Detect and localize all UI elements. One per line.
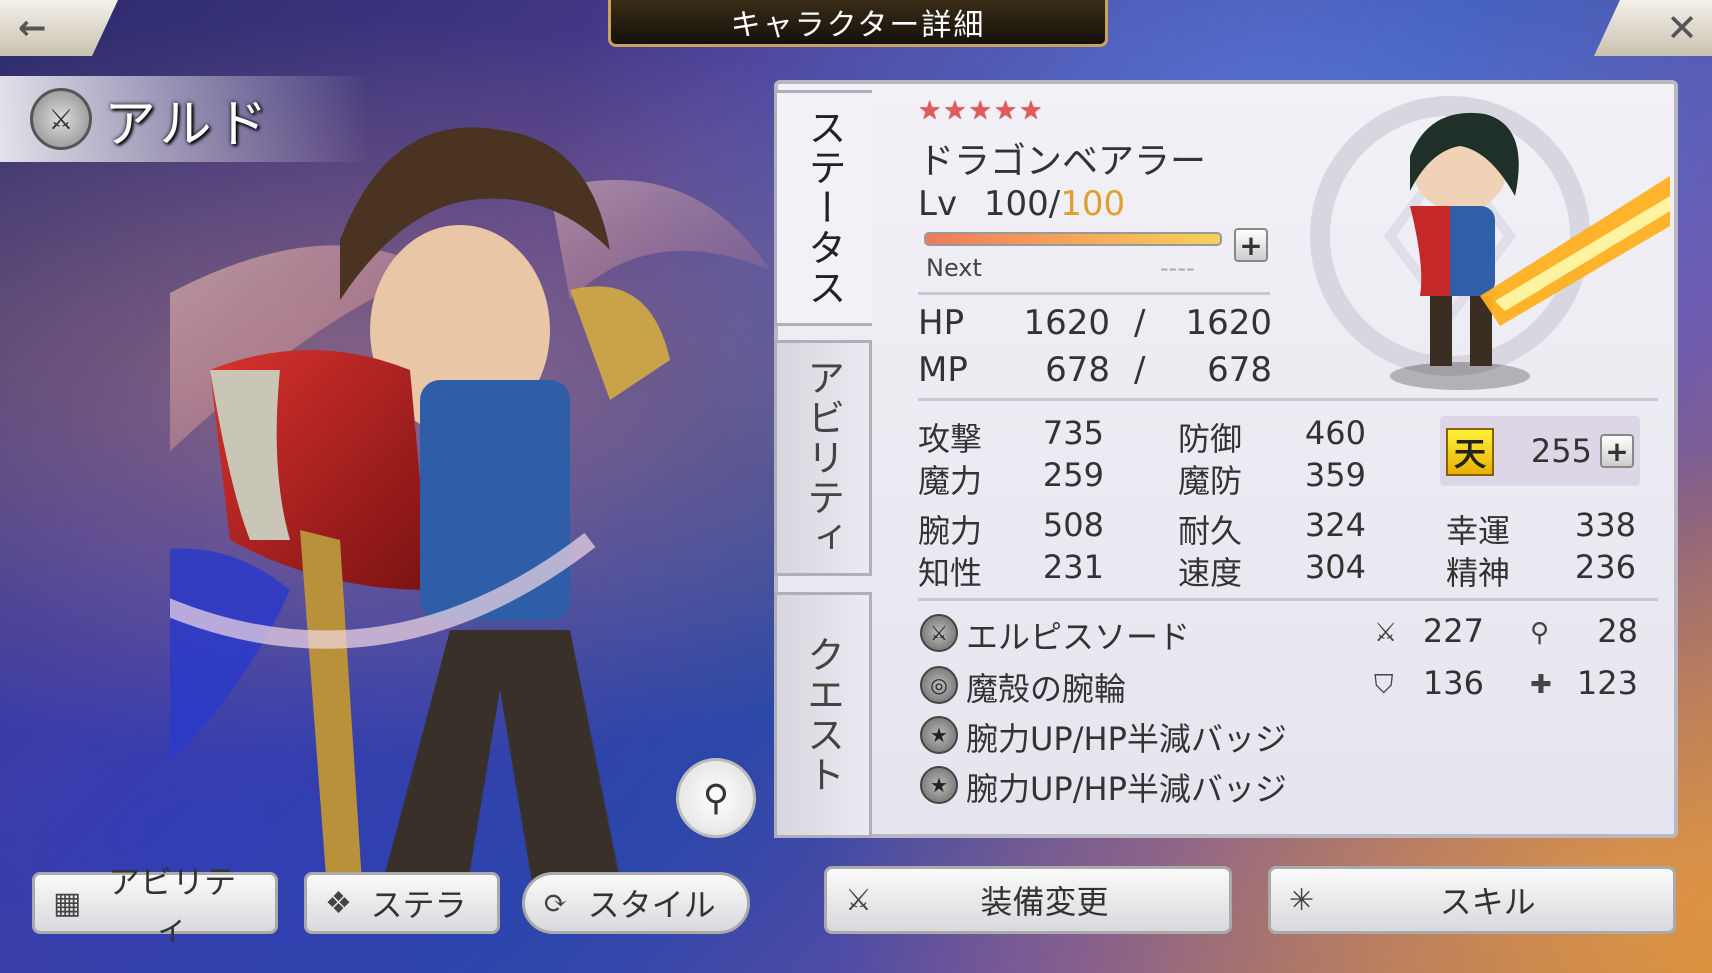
- ten-plus-button[interactable]: +: [1600, 434, 1634, 468]
- level-value: 100/: [983, 184, 1061, 224]
- weapon-magic-value: 28: [1597, 612, 1638, 650]
- character-illustration: [170, 127, 770, 930]
- tab-status[interactable]: ステータス: [774, 90, 872, 326]
- skill-button[interactable]: ✳ スキル: [1268, 866, 1676, 934]
- character-name: アルド: [104, 95, 272, 155]
- close-button[interactable]: ✕: [1594, 0, 1712, 56]
- mp-label: MP: [918, 350, 968, 390]
- speed-value: 304: [1304, 548, 1366, 586]
- diamond-cluster-icon: ❖: [325, 885, 352, 921]
- exp-bar: [924, 232, 1222, 246]
- mdef-value: 359: [1304, 456, 1366, 494]
- equip-badge-2-name[interactable]: 腕力UP/HP半減バッジ: [966, 764, 1287, 810]
- stella-button[interactable]: ❖ ステラ: [304, 872, 500, 934]
- magic-label: 魔力: [918, 462, 983, 500]
- spirit-value: 236: [1574, 548, 1636, 586]
- sword-icon: ⚔: [1374, 618, 1398, 648]
- divider: [918, 598, 1658, 601]
- strength-value: 508: [1042, 506, 1104, 544]
- wand-icon: ⚲: [1530, 618, 1550, 648]
- strength-label: 腕力: [918, 512, 983, 550]
- defense-label: 防御: [1178, 420, 1243, 458]
- zoom-button[interactable]: ⚲: [676, 758, 756, 838]
- armor-defense-value: 136: [1422, 664, 1484, 702]
- divider: [918, 398, 1658, 401]
- rotate-icon: ⟳: [543, 885, 569, 921]
- next-value: ----: [1160, 254, 1195, 282]
- intelligence-label: 知性: [918, 554, 983, 592]
- ability-button[interactable]: ▦ アビリティ: [32, 863, 278, 947]
- cross-shield-icon: ✚: [1530, 670, 1552, 700]
- mp-value: 678: [1045, 350, 1110, 390]
- close-icon: ✕: [1666, 6, 1698, 50]
- job-name: ドラゴンベアラー: [918, 141, 1207, 182]
- sword-icon: ⚔: [30, 88, 92, 150]
- character-portrait: [1310, 96, 1670, 390]
- grid-icon: ▦: [53, 885, 82, 921]
- luck-label: 幸運: [1446, 512, 1511, 550]
- shield-icon: ⛉: [1374, 670, 1394, 700]
- level-display: Lv 100/100: [918, 184, 1125, 224]
- page-title: キャラクター詳細: [608, 0, 1108, 47]
- style-button[interactable]: ⟳ スタイル: [522, 872, 750, 934]
- tab-quest[interactable]: クエスト: [774, 592, 872, 838]
- sword-icon: ⚔: [845, 882, 872, 918]
- equip-armor-name[interactable]: 魔殻の腕輪: [966, 664, 1126, 710]
- star-badge-icon: ★: [920, 766, 958, 804]
- level-label: Lv: [918, 184, 958, 224]
- mp-max: 678: [1207, 350, 1272, 390]
- defense-value: 460: [1304, 414, 1366, 452]
- rarity-stars: ★★★★★: [918, 96, 1045, 126]
- back-button[interactable]: ←: [0, 0, 118, 56]
- magic-value: 259: [1042, 456, 1104, 494]
- weapon-attack-value: 227: [1422, 612, 1484, 650]
- next-label: Next: [926, 254, 982, 282]
- sword-icon: ⚔: [920, 614, 958, 652]
- ten-icon: 天: [1446, 428, 1494, 476]
- level-up-plus-button[interactable]: +: [1234, 228, 1268, 262]
- hp-separator: /: [1134, 303, 1146, 343]
- back-arrow-icon: ←: [18, 8, 47, 48]
- spirit-label: 精神: [1446, 554, 1511, 592]
- ability-button-label: アビリティ: [108, 863, 237, 947]
- equip-change-button[interactable]: ⚔ 装備変更: [824, 866, 1232, 934]
- divider: [918, 292, 1270, 295]
- endurance-value: 324: [1304, 506, 1366, 544]
- attack-label: 攻撃: [918, 420, 983, 458]
- armor-mdef-value: 123: [1576, 664, 1638, 702]
- mp-separator: /: [1134, 350, 1146, 390]
- sparkle-icon: ✳: [1289, 882, 1315, 918]
- hp-max: 1620: [1185, 303, 1272, 343]
- style-button-label: スタイル: [587, 886, 716, 924]
- intelligence-value: 231: [1042, 548, 1104, 586]
- speed-label: 速度: [1178, 554, 1243, 592]
- luck-value: 338: [1574, 506, 1636, 544]
- hp-label: HP: [918, 303, 965, 343]
- hp-value: 1620: [1023, 303, 1110, 343]
- equip-badge-1-name[interactable]: 腕力UP/HP半減バッジ: [966, 714, 1287, 760]
- equip-weapon-name[interactable]: エルピスソード: [966, 612, 1190, 658]
- attack-value: 735: [1042, 414, 1104, 452]
- endurance-label: 耐久: [1178, 512, 1243, 550]
- ten-value: 255: [1530, 432, 1592, 470]
- skill-button-label: スキル: [1439, 883, 1536, 921]
- mdef-label: 魔防: [1178, 462, 1243, 500]
- level-max: 100: [1060, 184, 1126, 224]
- bracelet-icon: ◎: [920, 666, 958, 704]
- character-name-plate: ⚔ アルド: [0, 76, 370, 162]
- equip-change-button-label: 装備変更: [980, 883, 1109, 921]
- magnifier-icon: ⚲: [702, 777, 730, 819]
- stella-button-label: ステラ: [370, 886, 467, 924]
- tab-ability[interactable]: アビリティ: [774, 340, 872, 576]
- star-badge-icon: ★: [920, 716, 958, 754]
